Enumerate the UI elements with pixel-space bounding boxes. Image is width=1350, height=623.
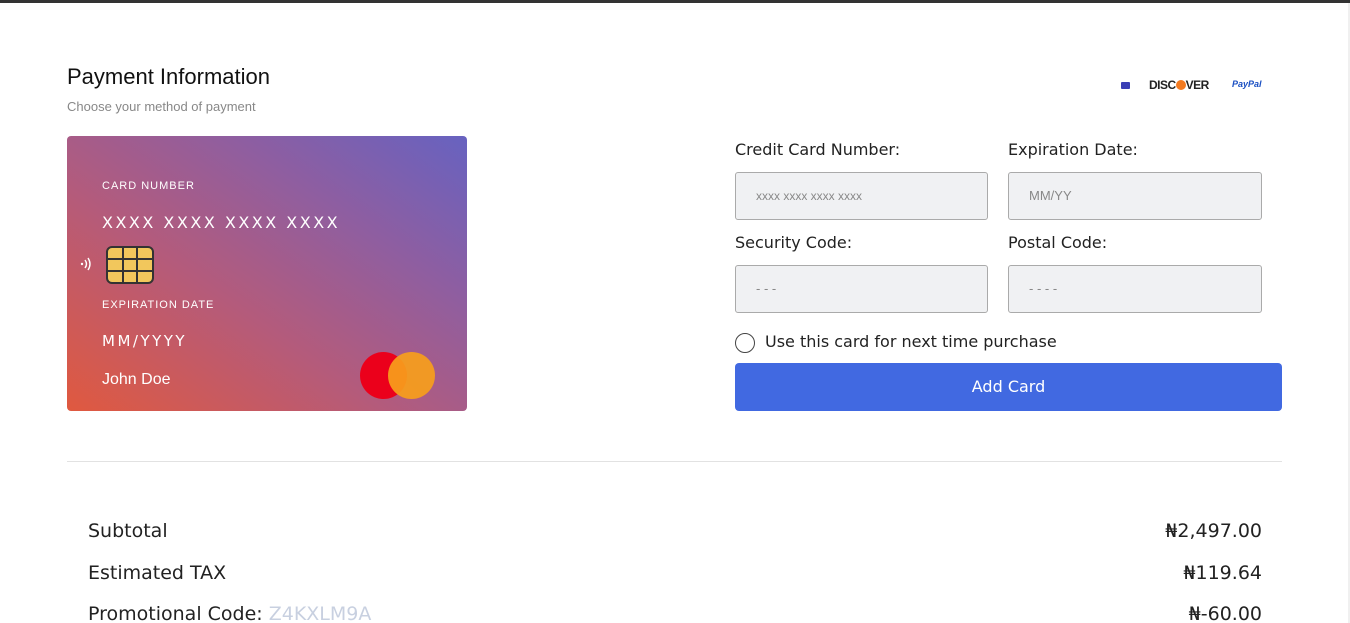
- payment-brand-logos: DISC VER PayPal: [1118, 78, 1278, 94]
- credit-card-preview: CARD NUMBER XXXX XXXX XXXX XXXX EXPIRATI…: [67, 136, 467, 411]
- expiration-input[interactable]: MM/YY: [1008, 172, 1262, 220]
- section-divider: [67, 461, 1282, 462]
- postal-code-field-label: Postal Code:: [1008, 233, 1108, 252]
- subtotal-value: ₦2,497.00: [1165, 520, 1262, 542]
- top-border: [0, 0, 1350, 3]
- mastercard-icon: [360, 352, 436, 400]
- paypal-icon: PayPal: [1232, 79, 1262, 89]
- promo-code: Z4KXLM9A: [268, 603, 372, 623]
- contactless-icon: [79, 256, 95, 276]
- security-code-field-label: Security Code:: [735, 233, 853, 252]
- add-card-button[interactable]: Add Card: [735, 363, 1282, 411]
- card-number-label: CARD NUMBER: [102, 180, 195, 192]
- page-subtitle: Choose your method of payment: [67, 99, 256, 114]
- card-number-input[interactable]: xxxx xxxx xxxx xxxx: [735, 172, 988, 220]
- card-number-value: XXXX XXXX XXXX XXXX: [102, 213, 341, 232]
- card-chip-icon: [106, 246, 154, 284]
- promo-value: ₦-60.00: [1188, 603, 1262, 623]
- postal-code-input[interactable]: - - - -: [1008, 265, 1262, 313]
- security-code-input[interactable]: - - -: [735, 265, 988, 313]
- save-card-radio[interactable]: [735, 333, 755, 353]
- expiration-date-label: EXPIRATION DATE: [102, 299, 215, 311]
- amex-icon: [1121, 82, 1130, 89]
- save-card-label[interactable]: Use this card for next time purchase: [765, 332, 1057, 351]
- tax-value: ₦119.64: [1183, 562, 1262, 584]
- discover-icon: DISC VER: [1149, 78, 1209, 92]
- expiration-date-value: MM/YYYY: [102, 332, 188, 350]
- card-number-field-label: Credit Card Number:: [735, 140, 901, 159]
- promo-row: Promotional Code: Z4KXLM9A: [88, 603, 371, 623]
- expiration-field-label: Expiration Date:: [1008, 140, 1138, 159]
- promo-label: Promotional Code:: [88, 603, 269, 623]
- page-title: Payment Information: [67, 64, 270, 89]
- subtotal-label: Subtotal: [88, 520, 168, 542]
- tax-label: Estimated TAX: [88, 562, 227, 584]
- card-holder-name: John Doe: [102, 371, 171, 388]
